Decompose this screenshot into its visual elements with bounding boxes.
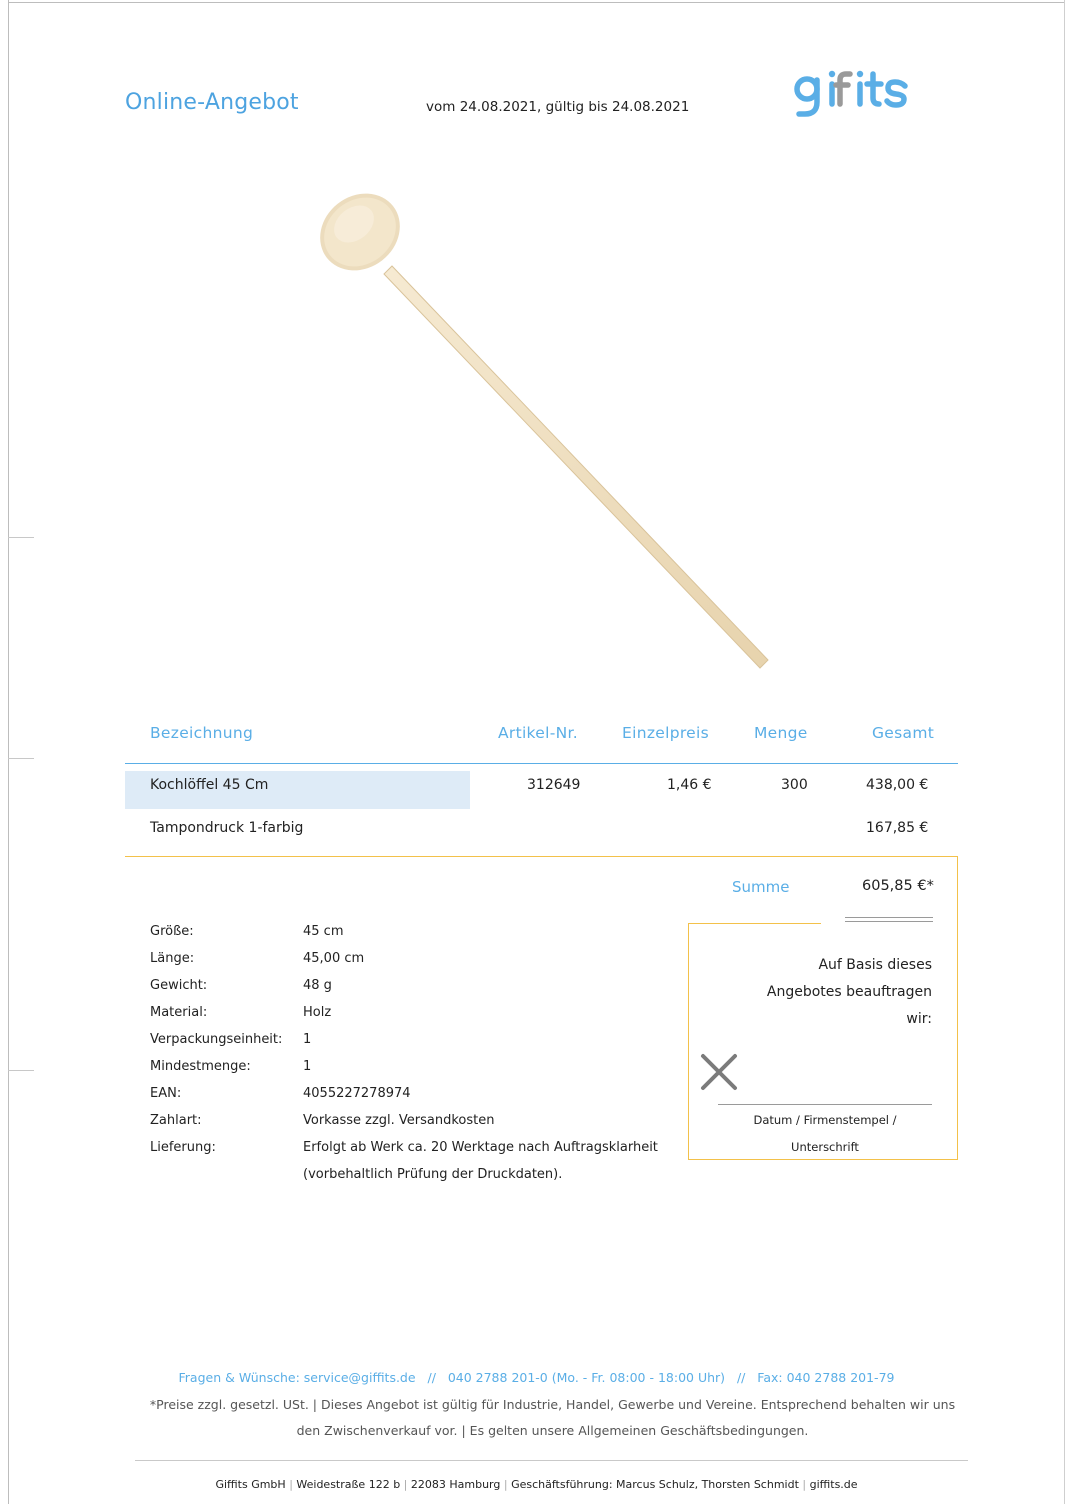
- sum-double-rule: [845, 921, 933, 922]
- table-header-rule: [125, 763, 958, 764]
- sum-double-rule: [845, 917, 933, 918]
- fold-mark: [8, 1070, 34, 1071]
- spec-label: Gewicht:: [150, 978, 208, 993]
- row-1-name: Kochlöffel 45 Cm: [150, 777, 269, 793]
- order-text-line: Auf Basis dieses: [818, 957, 932, 973]
- row-2-total: 167,85 €: [866, 820, 929, 836]
- page-title: Online-Angebot: [125, 90, 299, 115]
- company-website-link[interactable]: giffits.de: [810, 1478, 858, 1491]
- summe-value: 605,85 €*: [862, 878, 934, 894]
- column-header-name: Bezeichnung: [150, 724, 254, 742]
- footer-company: Giffits GmbH | Weidestraße 122 b | 22083…: [215, 1478, 858, 1491]
- row-2-name: Tampondruck 1-farbig: [150, 820, 304, 836]
- fold-mark: [8, 537, 34, 538]
- spec-label: Verpackungseinheit:: [150, 1032, 283, 1047]
- offer-date: vom 24.08.2021, gültig bis 24.08.2021: [426, 99, 690, 115]
- spec-label: Länge:: [150, 951, 195, 966]
- fold-mark: [8, 758, 34, 759]
- row-1-total: 438,00 €: [866, 777, 929, 793]
- order-text-line: wir:: [906, 1011, 932, 1027]
- spec-value: Erfolgt ab Werk ca. 20 Werktage nach Auf…: [303, 1140, 658, 1155]
- spec-value: 4055227278974: [303, 1086, 411, 1101]
- spec-value: Vorkasse zzgl. Versandkosten: [303, 1113, 495, 1128]
- summary-top-rule: [125, 856, 957, 857]
- column-header-quantity: Menge: [754, 724, 808, 742]
- order-box-top-rule: [688, 923, 821, 924]
- signature-line: [718, 1104, 932, 1105]
- company-city: 22083 Hamburg: [410, 1478, 501, 1491]
- signature-caption: Unterschrift: [791, 1140, 859, 1154]
- column-header-unit-price: Einzelpreis: [622, 724, 709, 742]
- company-street: Weidestraße 122 b: [296, 1478, 401, 1491]
- summe-label: Summe: [732, 878, 790, 896]
- column-header-total: Gesamt: [872, 724, 935, 742]
- spec-value: 48 g: [303, 978, 332, 993]
- row-1-unit-price: 1,46 €: [667, 777, 712, 793]
- row-1-article: 312649: [527, 777, 581, 793]
- order-text-line: Angebotes beauftragen: [766, 984, 932, 1000]
- spec-label: EAN:: [150, 1086, 182, 1101]
- signature-caption: Datum / Firmenstempel /: [753, 1113, 897, 1127]
- giffits-logo: [794, 70, 908, 117]
- company-management: Geschäftsführung: Marcus Schulz, Thorste…: [511, 1478, 799, 1491]
- footer-note: *Preise zzgl. gesetzl. USt. | Dieses Ang…: [149, 1397, 956, 1412]
- footer-rule: [135, 1460, 968, 1461]
- company-name: Giffits GmbH: [215, 1478, 286, 1491]
- spec-label: Größe:: [150, 924, 194, 939]
- spec-value: 45,00 cm: [303, 951, 365, 966]
- footer-contact: Fragen & Wünsche: service@giffits.de // …: [178, 1370, 895, 1385]
- spec-value: 45 cm: [303, 924, 344, 939]
- spec-label: Zahlart:: [150, 1113, 202, 1128]
- page-border-left: [8, 0, 9, 1504]
- spec-label: Material:: [150, 1005, 208, 1020]
- row-1-quantity: 300: [781, 777, 808, 793]
- spec-label: Lieferung:: [150, 1140, 216, 1155]
- page-border-top: [8, 2, 1065, 3]
- spec-label: Mindestmenge:: [150, 1059, 251, 1074]
- product-image-wooden-spoon: [320, 193, 769, 669]
- spec-value: 1: [303, 1059, 312, 1074]
- signature-x-icon: [701, 1054, 737, 1090]
- spec-value: 1: [303, 1032, 312, 1047]
- spec-value: (vorbehaltlich Prüfung der Druckdaten).: [303, 1167, 563, 1182]
- column-header-article: Artikel-Nr.: [498, 724, 578, 742]
- footer-note: den Zwischenverkauf vor. | Es gelten uns…: [296, 1423, 809, 1438]
- spec-value: Holz: [303, 1005, 332, 1020]
